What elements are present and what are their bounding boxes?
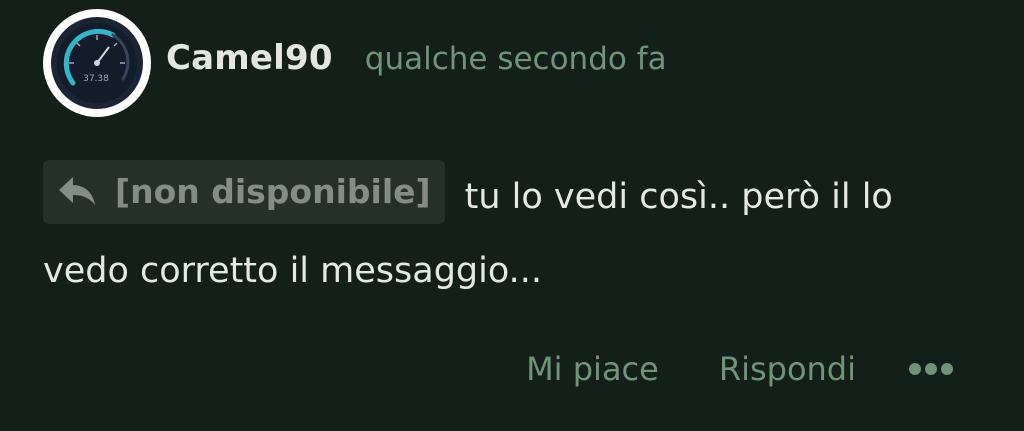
reply-reference-label: [non disponibile] [115, 172, 431, 211]
comment-actions: Mi piace Rispondi [526, 350, 954, 388]
comment-body: [non disponibile] tu lo vedi così.. però… [43, 160, 983, 308]
reply-button[interactable]: Rispondi [719, 350, 856, 388]
like-button[interactable]: Mi piace [526, 350, 659, 388]
more-dots-icon[interactable] [908, 361, 954, 377]
avatar-speed-text: 37.38 [83, 74, 109, 84]
avatar[interactable]: 37.38 [43, 9, 151, 117]
reply-reference-chip[interactable]: [non disponibile] [43, 160, 445, 224]
timestamp: qualche secondo fa [364, 41, 667, 77]
speedometer-icon: 37.38 [51, 17, 143, 109]
comment-header: Camel90 qualche secondo fa [166, 38, 667, 78]
username[interactable]: Camel90 [166, 38, 333, 78]
reply-arrow-icon [57, 175, 97, 209]
comment-card: 37.38 Camel90 qualche secondo fa [non di… [0, 0, 1024, 431]
